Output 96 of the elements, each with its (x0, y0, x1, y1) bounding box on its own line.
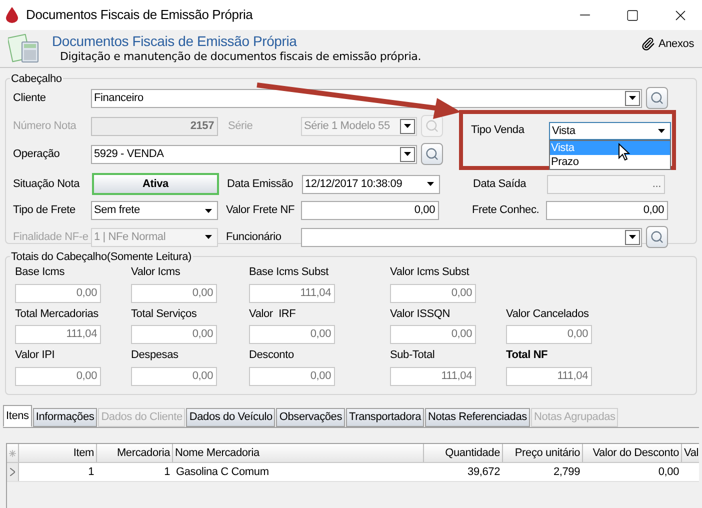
field-label: Total NF (506, 348, 549, 363)
maximize-icon[interactable] (626, 8, 639, 22)
input-field[interactable]: 0,00 (390, 284, 476, 302)
date-field[interactable]: ... (547, 174, 665, 194)
field-label: Tipo de Frete (13, 203, 76, 218)
table-cell-text: 1 (87, 465, 95, 480)
input-field[interactable]: 0,00 (131, 284, 217, 302)
mouse-cursor-icon (618, 143, 630, 161)
input-field[interactable]: 0,00 (15, 284, 101, 302)
input-field[interactable]: 111,04 (249, 284, 335, 302)
app-drop-icon (6, 7, 18, 23)
tab[interactable]: Observações (276, 408, 346, 427)
group-legend: Cabeçalho (10, 71, 63, 88)
field-label: Valor Frete NF (226, 204, 295, 216)
field-label: Funcionário (226, 230, 282, 243)
column-header[interactable]: Quantidade (424, 444, 503, 462)
dropdown-caret-icon[interactable] (400, 146, 415, 162)
column-header[interactable]: Mercadoria (97, 444, 173, 462)
search-icon (425, 147, 439, 161)
field-label: Data Saída (473, 178, 526, 190)
field-label: Valor Icms (131, 265, 182, 280)
column-header[interactable]: Val (682, 444, 702, 462)
input-field[interactable]: 0,00 (546, 201, 668, 220)
tab[interactable]: Itens (3, 405, 32, 427)
field-label: Base Icms (15, 265, 66, 280)
grid-corner-icon (9, 450, 16, 456)
input-field[interactable]: 0,00 (131, 325, 217, 344)
field-label: Base Icms Subst (249, 265, 330, 280)
field-label: Valor IPI (15, 348, 56, 363)
field-label: Desconto (249, 348, 295, 363)
search-icon (650, 230, 664, 244)
field-label: Situação Nota (13, 176, 81, 192)
window-title: Documentos Fiscais de Emissão Própria (26, 6, 253, 24)
table-cell-text: 39,672 (466, 465, 501, 480)
attachments-button[interactable]: Anexos (640, 36, 694, 52)
tab[interactable]: Transportadora (346, 408, 424, 427)
field-label: Valor ISSQN (390, 306, 451, 322)
search-icon (650, 91, 664, 105)
input-field[interactable]: 0,00 (301, 201, 439, 220)
combo-box[interactable]: 5929 - VENDA (91, 144, 417, 164)
field-label: Sub-Total (390, 348, 436, 363)
table-cell-text: 0,00 (657, 465, 680, 480)
field-label: Valor Cancelados (506, 306, 590, 322)
combo-box[interactable]: Financeiro (91, 88, 642, 108)
field-label: Número Nota (13, 118, 78, 134)
field-label: Finalidade NF-e (13, 230, 90, 245)
field-label: Valor Icms Subst (390, 265, 470, 280)
input-field[interactable]: 111,04 (390, 366, 476, 386)
tab[interactable]: Notas Referenciadas (425, 408, 530, 427)
table-cell-text: 1 (163, 465, 171, 480)
input-field[interactable]: 0,00 (131, 366, 217, 386)
tab[interactable]: Dados do Veículo (186, 408, 276, 427)
field-label: Despesas (131, 348, 180, 363)
input-field[interactable]: 0,00 (506, 325, 592, 344)
dropdown-caret-icon[interactable] (625, 90, 640, 106)
field-label: Total Mercadorias (15, 306, 100, 322)
field-label: Operação (13, 146, 61, 162)
row-pointer-icon (10, 468, 15, 476)
search-button[interactable] (646, 226, 668, 248)
combo-box[interactable]: Vista (549, 122, 671, 140)
input-field[interactable]: 0,00 (249, 325, 335, 344)
input-field[interactable]: 111,04 (15, 325, 101, 344)
tab[interactable]: Informações (32, 408, 98, 427)
search-button[interactable] (421, 115, 443, 137)
group-legend: Totais do Cabeçalho(Somente Leitura) (10, 249, 193, 266)
ellipsis-button[interactable]: ... (652, 176, 661, 192)
table-cell-text: Gasolina C Comum (175, 465, 270, 480)
column-header[interactable]: Valor do Desconto (583, 444, 682, 462)
header-title: Documentos Fiscais de Emissão Própria (52, 34, 298, 48)
paperclip-icon (640, 37, 654, 52)
search-button[interactable] (646, 87, 668, 109)
field-label: Tipo Venda (471, 123, 526, 138)
dropdown-option[interactable]: Prazo (550, 155, 670, 169)
field-label: Série (228, 120, 253, 132)
grid-row[interactable]: 1 1 Gasolina C Comum 39,672 2,799 0,00 (7, 463, 699, 482)
dropdown-caret-icon[interactable] (400, 118, 415, 134)
input-field[interactable]: 111,04 (506, 366, 592, 386)
input-field[interactable]: 0,00 (390, 325, 476, 344)
input-field[interactable]: 0,00 (249, 366, 335, 386)
search-icon (425, 119, 439, 133)
table-cell-text: 2,799 (552, 465, 581, 480)
date-time-picker[interactable]: 12/12/2017 10:38:09 (302, 174, 440, 194)
field-label: Frete Conhec. (472, 204, 540, 216)
dropdown-caret-icon[interactable] (625, 230, 640, 244)
column-header[interactable]: Nome Mercadoria (173, 444, 424, 462)
field-label: Total Serviços (131, 306, 198, 322)
column-header[interactable]: Preço unitário (503, 444, 583, 462)
status-button[interactable]: Ativa (92, 173, 219, 195)
field-label: Cliente (13, 90, 47, 106)
field-label: Data Emissão (227, 178, 294, 190)
input-field[interactable]: 0,00 (15, 366, 101, 386)
combo-box[interactable]: Sem frete (91, 201, 218, 220)
column-header[interactable]: Item (19, 444, 97, 462)
field-label: Valor IRF (249, 306, 297, 322)
search-button[interactable] (421, 143, 443, 165)
header-subtitle: Digitação e manutenção de documentos fiscais de emissão própria. (60, 49, 422, 64)
